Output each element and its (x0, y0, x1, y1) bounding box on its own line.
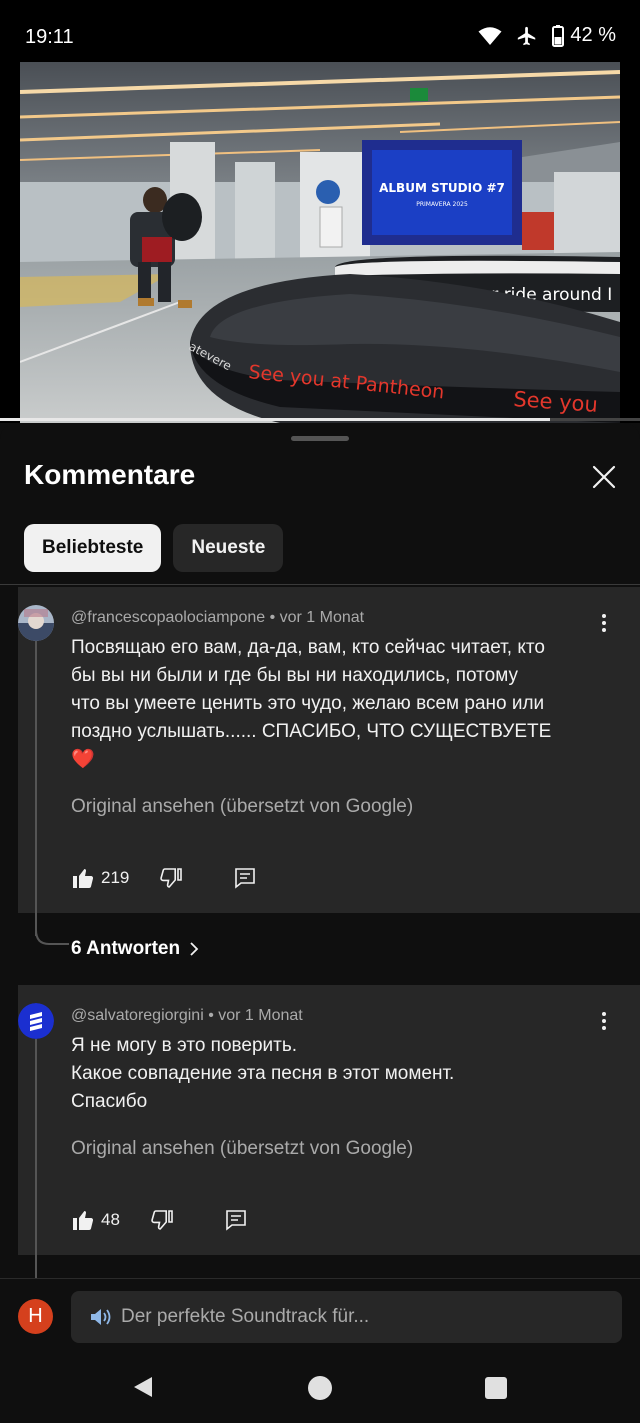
input-placeholder: Der perfekte Soundtrack für... (121, 1306, 370, 1327)
like-count: 48 (101, 1210, 120, 1229)
drag-handle[interactable] (291, 436, 349, 441)
video-frame: ALBUM STUDIO #7 PRIMAVERA 2025 Your ride… (20, 62, 620, 423)
battery-percent: 42 % (570, 24, 616, 46)
reply-icon (226, 1210, 246, 1231)
thread-curve (35, 930, 69, 945)
reply-button[interactable] (224, 1208, 248, 1232)
video-progress-bar[interactable] (0, 418, 640, 421)
user-avatar[interactable]: H (18, 1299, 53, 1334)
divider (0, 584, 640, 585)
comment-line: что вы умеете ценить это чудо, желаю все… (71, 693, 545, 714)
dislike-button[interactable] (159, 866, 183, 890)
close-icon[interactable] (588, 461, 620, 493)
screen-subtitle: PRIMAVERA 2025 (416, 201, 468, 208)
status-time: 19:11 (25, 26, 74, 48)
comment-meta: @francescopaolociampone • vor 1 Monat (71, 609, 365, 626)
comment-line: Посвящаю его вам, да-да, вам, кто сейчас… (71, 637, 545, 658)
wifi-icon (478, 26, 502, 45)
comment-text: Посвящаю его вам, да-да, вам, кто сейчас… (71, 634, 611, 774)
screen-title: ALBUM STUDIO #7 (379, 181, 505, 195)
comment-line: Спасибо (71, 1091, 148, 1112)
comment-line: поздно услышать...... СПАСИБО, ЧТО СУЩЕС… (71, 721, 552, 742)
sheet-title: Kommentare (24, 459, 196, 490)
thread-line (35, 1039, 37, 1279)
thumbs-up-icon (73, 869, 94, 888)
comment-line: Какое совпадение эта песня в этот момент… (71, 1063, 455, 1084)
like-count: 219 (101, 868, 130, 887)
thread-line (35, 641, 37, 936)
comment-line: бы вы ни были и где бы вы ни находились,… (71, 665, 519, 686)
comment-card: @salvatoregiorgini • vor 1 Monat Я не мо… (18, 985, 640, 1255)
kebab-menu-icon[interactable] (592, 1009, 616, 1033)
video-progress-fill (0, 418, 551, 421)
comment-meta: @salvatoregiorgini • vor 1 Monat (71, 1007, 303, 1024)
comment-input-bar: H Der perfekte Soundtrack für... (0, 1278, 640, 1423)
speaker-icon (91, 1309, 111, 1325)
tab-beliebteste[interactable]: Beliebteste (24, 524, 162, 572)
comment-input[interactable]: Der perfekte Soundtrack für... (71, 1291, 622, 1343)
thumbs-down-icon (151, 1210, 173, 1230)
comment-actions: 48 (71, 1208, 248, 1232)
kebab-menu-icon[interactable] (592, 611, 616, 635)
comment-text: Я не могу в это поверить. Какое совпаден… (71, 1032, 611, 1116)
reply-icon (235, 868, 256, 889)
status-bar: 19:11 42 % (0, 0, 640, 62)
chevron-right-icon (190, 942, 199, 956)
avatar[interactable] (18, 1003, 54, 1039)
back-icon[interactable] (131, 1375, 155, 1399)
system-nav-bar (0, 1367, 640, 1407)
thumbs-up-icon (73, 1211, 94, 1230)
like-button[interactable]: 48 (71, 1208, 120, 1232)
video-player[interactable]: ALBUM STUDIO #7 PRIMAVERA 2025 Your ride… (0, 62, 640, 423)
reply-button[interactable] (233, 866, 257, 890)
like-button[interactable]: 219 (71, 866, 129, 890)
replies-count: 6 Antworten (71, 938, 181, 959)
tab-neueste[interactable]: Neueste (173, 524, 284, 572)
translate-link[interactable]: Original ansehen (übersetzt von Google) (71, 1138, 413, 1160)
comment-line: Я не могу в это поверить. (71, 1035, 298, 1056)
airplane-icon (518, 26, 536, 45)
avatar[interactable] (18, 605, 54, 641)
battery-icon (552, 24, 565, 47)
heart-emoji: ❤️ (71, 749, 95, 770)
sort-tabs: Beliebteste Neueste (24, 524, 284, 572)
comment-actions: 219 (71, 866, 257, 890)
home-icon[interactable] (307, 1375, 333, 1401)
status-icons: 42 % (478, 24, 616, 47)
dislike-button[interactable] (150, 1208, 174, 1232)
recents-icon[interactable] (484, 1376, 508, 1400)
thumbs-down-icon (160, 868, 183, 888)
translate-link[interactable]: Original ansehen (übersetzt von Google) (71, 796, 413, 818)
replies-link[interactable]: 6 Antworten (71, 938, 200, 960)
comment-card: @francescopaolociampone • vor 1 Monat По… (18, 587, 640, 913)
